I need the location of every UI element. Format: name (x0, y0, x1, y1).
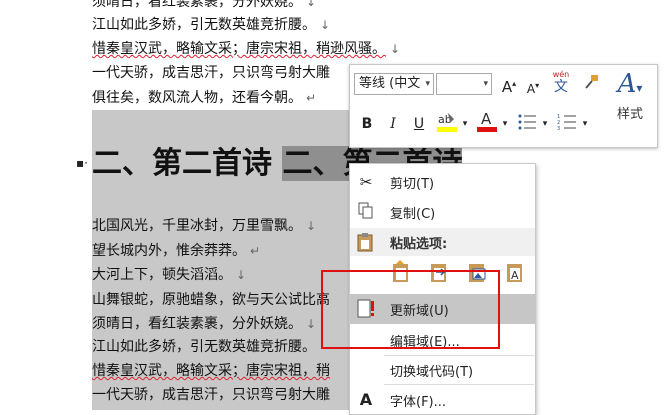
svg-text:A: A (481, 110, 492, 128)
paste-text-only-icon[interactable]: A (504, 260, 526, 284)
annotation-highlight-box (321, 270, 500, 349)
chevron-down-icon[interactable]: ▾ (460, 113, 470, 135)
font-name-combo[interactable]: 等线 (中文 ▾ (354, 73, 434, 95)
menu-item-cut[interactable]: ✂ 剪切(T) (350, 168, 535, 196)
font-icon: A (359, 390, 373, 409)
menu-item-copy[interactable]: 复制(C) (350, 198, 535, 226)
doc-line: 江山如此多娇，引无数英雄竞折腰。 ↓ (92, 17, 331, 33)
scissors-icon: ✂ (359, 173, 373, 191)
font-size-combo[interactable]: ▾ (436, 73, 492, 95)
underline-button[interactable]: U (408, 113, 430, 135)
svg-text:3: 3 (557, 126, 560, 131)
doc-line: 一代天骄，成吉思汗，只识弯弓射大雕 (92, 65, 330, 81)
paragraph-marker-icon: ▪· (76, 156, 88, 170)
phonetic-guide-button[interactable]: wén 文 (548, 69, 574, 97)
menu-separator (384, 384, 534, 385)
chevron-down-icon[interactable]: ▾ (540, 113, 550, 135)
shrink-font-button[interactable]: A▾ (522, 75, 544, 97)
highlight-color-icon[interactable]: ab (436, 109, 458, 137)
mini-toolbar: 等线 (中文 ▾ ▾ A▴ A▾ wén 文 B I U ab ▾ A ▾ ▾ 1… (349, 64, 658, 148)
chevron-down-icon[interactable]: ▾ (425, 74, 430, 94)
doc-line: 俱往矣，数风流人物，还看今朝。 ↵ (92, 90, 317, 106)
menu-item-font[interactable]: A 字体(F)... (350, 386, 535, 414)
doc-line: 须晴日，看红装素裹，分外妖娆。 ↓ (92, 316, 317, 332)
chevron-down-icon[interactable]: ▾ (500, 113, 510, 135)
styles-icon: A▾ (617, 69, 643, 99)
doc-line: 北国风光，千里冰封，万里雪飘。 ↓ (92, 218, 317, 234)
doc-line: 望长城内外，惟余莽莽。 ↵ (92, 243, 261, 259)
doc-line: 惜秦皇汉武，略输文采；唐宗宋祖，稍逊风骚。 ↓ (92, 41, 401, 57)
bullets-icon[interactable] (516, 113, 538, 135)
numbering-icon[interactable]: 123 (556, 113, 578, 135)
svg-text:A: A (511, 269, 519, 282)
doc-line: 大河上下，顿失滔滔。 ↓ (92, 267, 247, 283)
doc-line: 惜秦皇汉武，略输文采；唐宗宋祖，稍 (92, 363, 330, 379)
grow-font-button[interactable]: A▴ (498, 73, 520, 96)
doc-line: 江山如此多娇，引无数英雄竞折腰。 (92, 339, 316, 355)
italic-button[interactable]: I (382, 113, 404, 135)
chevron-down-icon[interactable]: ▾ (580, 113, 590, 135)
doc-line: 须晴日，看红装素裹，分外妖娆。 ↓ (92, 0, 317, 10)
font-color-icon[interactable]: A (476, 109, 498, 137)
doc-line: 山舞银蛇，原驰蜡象，欲与天公试比高 (92, 292, 330, 308)
format-painter-icon[interactable] (580, 73, 602, 95)
clipboard-icon (356, 232, 374, 256)
paste-options-header: 粘贴选项: (350, 228, 535, 256)
styles-button[interactable]: A▾ 样式 (608, 69, 652, 143)
copy-icon (356, 202, 376, 222)
doc-line: 一代天骄，成吉思汗，只识弯弓射大雕 (92, 387, 330, 403)
bold-button[interactable]: B (356, 113, 378, 135)
menu-item-toggle-field-codes[interactable]: 切换域代码(T) (350, 356, 535, 384)
chevron-down-icon[interactable]: ▾ (483, 74, 488, 94)
